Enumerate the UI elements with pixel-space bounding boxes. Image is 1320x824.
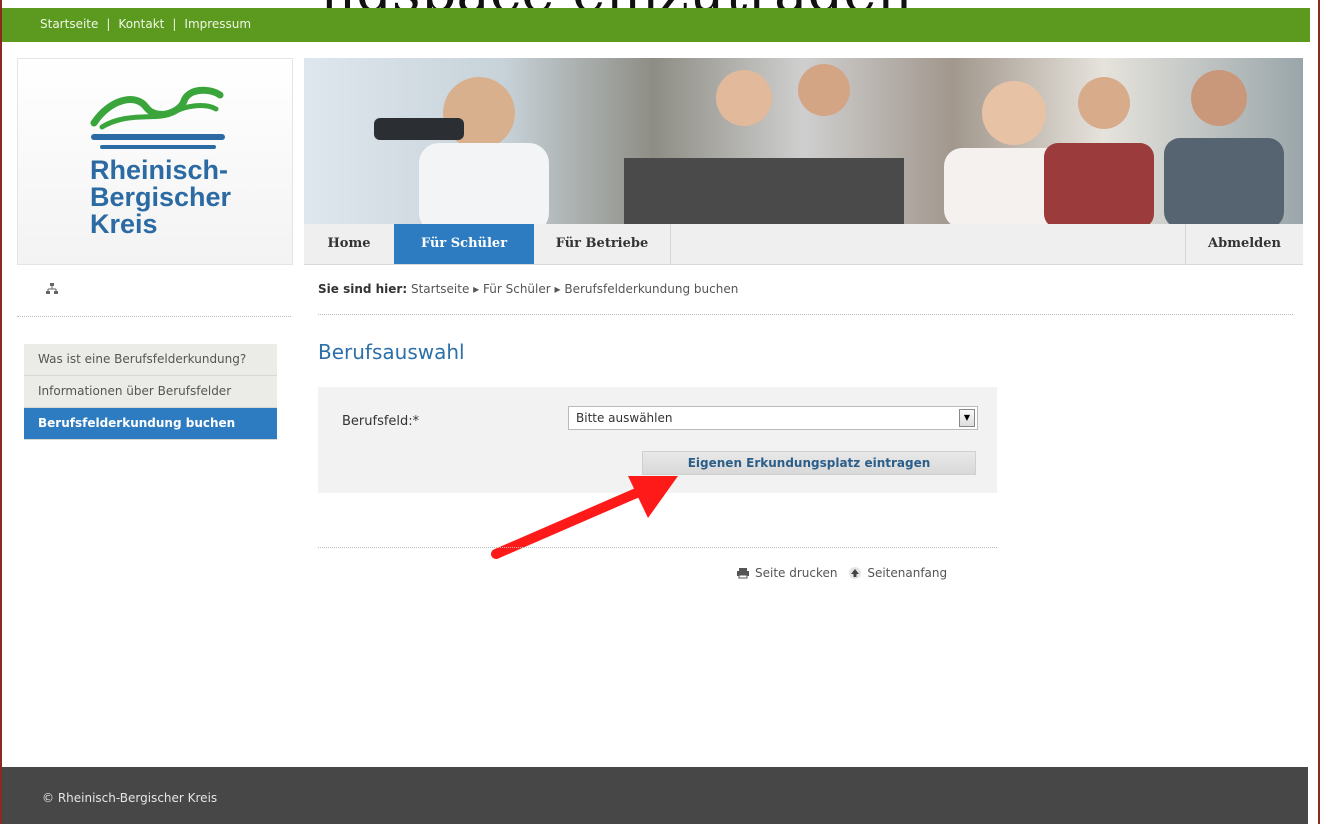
breadcrumb: Sie sind hier: Startseite ▸ Für Schüler … [318,282,738,296]
sidebar-item-informationen[interactable]: Informationen über Berufsfelder [24,376,277,408]
nav-fuer-betriebe[interactable]: Für Betriebe [534,224,671,264]
print-link[interactable]: Seite drucken [755,566,838,580]
logo-line: Rheinisch- [90,155,229,185]
banner-photo-placeholder [374,64,1284,224]
chevron-down-icon[interactable]: ▼ [959,409,975,427]
nav-abmelden[interactable]: Abmelden [1185,224,1303,264]
header-banner-image [304,58,1303,224]
sidebar-menu: Was ist eine Berufsfelderkundung? Inform… [24,344,277,440]
top-service-bar: Startseite | Kontakt | Impressum [2,8,1310,42]
logo-box[interactable]: Rheinisch- Bergischer Kreis [17,58,293,265]
berufsfeld-label: Berufsfeld:* [342,414,420,429]
page-title: Berufsauswahl [318,340,465,364]
link-startseite[interactable]: Startseite [40,17,98,31]
select-value: Bitte auswählen [576,411,673,425]
footer-divider [318,547,997,548]
logo-line: Kreis [90,209,158,239]
footer-copyright: © Rheinisch-Bergischer Kreis [42,791,218,805]
page-actions: Seite drucken Seitenanfang [737,566,947,580]
breadcrumb-prefix: Sie sind hier: [318,282,408,296]
separator: | [172,17,177,31]
berufsfeld-select[interactable]: Bitte auswählen ▼ [568,406,978,430]
clipped-page-heading: ngspace einzutragen [0,0,1320,8]
red-arrow-annotation [491,476,678,559]
service-links: Startseite | Kontakt | Impressum [40,17,251,31]
logo-line: Bergischer [90,182,232,212]
top-link[interactable]: Seitenanfang [867,566,947,580]
sidebar-item-was-ist[interactable]: Was ist eine Berufsfelderkundung? [24,344,277,376]
sidebar-item-buchen[interactable]: Berufsfelderkundung buchen [24,408,277,440]
breadcrumb-path[interactable]: Startseite ▸ Für Schüler ▸ Berufsfelderk… [411,282,738,296]
logo-mark-icon [90,86,225,149]
add-own-placement-button[interactable]: Eigenen Erkundungsplatz eintragen [642,451,976,475]
nav-home[interactable]: Home [304,224,394,264]
footer: © Rheinisch-Bergischer Kreis [2,767,1308,824]
printer-icon[interactable] [737,567,749,579]
main-navigation: Home Für Schüler Für Betriebe Abmelden [304,224,1303,265]
arrow-up-icon[interactable] [849,567,862,579]
link-impressum[interactable]: Impressum [184,17,251,31]
sitemap-icon[interactable] [45,282,59,296]
left-frame-border [0,0,2,824]
separator: | [106,17,111,31]
content-divider [318,314,1293,315]
clipped-heading-text: ngspace einzutragen [320,0,913,8]
logo-wordmark: Rheinisch- Bergischer Kreis [90,157,231,238]
nav-fuer-schueler[interactable]: Für Schüler [394,224,534,264]
link-kontakt[interactable]: Kontakt [118,17,164,31]
sidebar-divider [17,316,291,317]
